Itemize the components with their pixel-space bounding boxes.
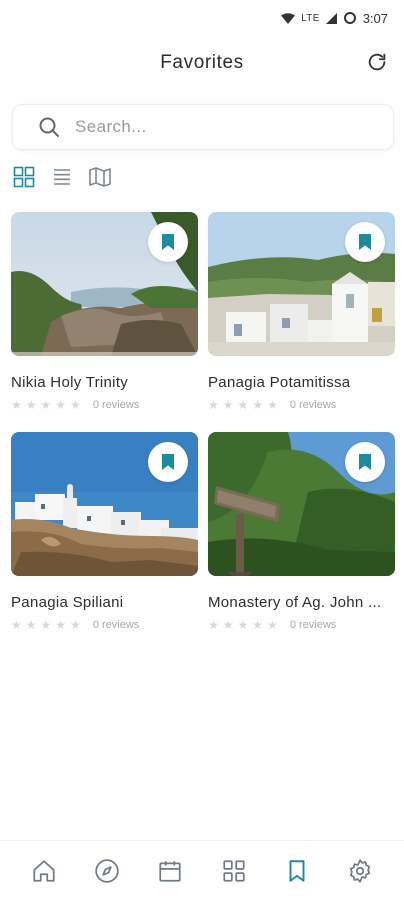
star-icon: ★	[222, 398, 234, 412]
review-count: 0 reviews	[289, 399, 337, 411]
review-count: 0 reviews	[92, 619, 140, 631]
star-icon: ★	[70, 618, 81, 632]
star-icon: ★	[11, 398, 22, 412]
nav-home[interactable]	[24, 851, 64, 891]
star-rating: ★ ★ ★ ★ ★	[208, 399, 278, 411]
search-icon	[35, 113, 63, 141]
grid-view-toggle[interactable]	[12, 165, 36, 189]
bookmark-icon	[162, 234, 174, 250]
nav-favorites[interactable]	[277, 851, 317, 891]
bookmark-icon	[289, 859, 305, 882]
star-icon: ★	[237, 398, 249, 412]
list-view-icon	[54, 169, 70, 185]
search-input[interactable]	[75, 117, 355, 137]
bookmark-button[interactable]	[148, 442, 188, 482]
map-view-toggle[interactable]	[88, 165, 112, 189]
search-bar[interactable]	[12, 104, 394, 150]
place-name[interactable]: Panagia Potamitissa	[208, 374, 395, 391]
place-name[interactable]: Panagia Spiliani	[11, 594, 198, 611]
grid-view-icon	[13, 166, 35, 188]
star-icon: ★	[11, 618, 22, 632]
star-icon: ★	[208, 618, 219, 632]
rating-row: ★ ★ ★ ★ ★ 0 reviews	[11, 399, 198, 411]
star-icon: ★	[40, 398, 52, 412]
place-photo[interactable]	[208, 212, 395, 356]
nav-settings[interactable]	[340, 851, 380, 891]
star-icon: ★	[25, 398, 37, 412]
home-icon	[33, 859, 55, 882]
place-name[interactable]: Nikia Holy Trinity	[11, 374, 198, 391]
app-header: Favorites	[0, 36, 404, 92]
settings-icon	[350, 858, 371, 883]
favorites-grid: Nikia Holy Trinity ★ ★ ★ ★ ★ 0 reviews P…	[11, 212, 395, 652]
network-type: LTE	[301, 12, 320, 24]
bookmark-icon	[359, 454, 371, 470]
favorite-card[interactable]: Panagia Potamitissa ★ ★ ★ ★ ★ 0 reviews	[208, 212, 395, 432]
page-title: Favorites	[160, 52, 244, 73]
star-icon: ★	[208, 398, 219, 412]
refresh-icon	[368, 53, 386, 71]
list-view-toggle[interactable]	[50, 165, 74, 189]
rating-row: ★ ★ ★ ★ ★ 0 reviews	[208, 619, 395, 631]
star-rating: ★ ★ ★ ★ ★	[11, 619, 81, 631]
favorite-card[interactable]: Panagia Spiliani ★ ★ ★ ★ ★ 0 reviews	[11, 432, 198, 652]
star-icon: ★	[25, 618, 37, 632]
bookmark-button[interactable]	[345, 222, 385, 262]
wifi-icon	[281, 12, 296, 24]
rating-row: ★ ★ ★ ★ ★ 0 reviews	[11, 619, 198, 631]
nav-explore[interactable]	[87, 851, 127, 891]
star-rating: ★ ★ ★ ★ ★	[208, 619, 278, 631]
refresh-button[interactable]	[364, 49, 390, 75]
review-count: 0 reviews	[92, 399, 140, 411]
view-toggles	[12, 163, 112, 191]
clock-time: 3:07	[362, 10, 388, 26]
map-view-icon	[89, 167, 111, 187]
compass-icon	[95, 858, 119, 883]
place-photo[interactable]	[11, 212, 198, 356]
battery-icon	[343, 11, 357, 25]
star-rating: ★ ★ ★ ★ ★	[11, 399, 81, 411]
star-icon: ★	[40, 618, 52, 632]
star-icon: ★	[252, 618, 264, 632]
star-icon: ★	[252, 398, 264, 412]
place-photo[interactable]	[11, 432, 198, 576]
star-icon: ★	[55, 618, 67, 632]
place-name[interactable]: Monastery of Ag. John ...	[208, 594, 395, 611]
star-icon: ★	[237, 618, 249, 632]
favorite-card[interactable]: Monastery of Ag. John ... ★ ★ ★ ★ ★ 0 review…	[208, 432, 395, 652]
star-icon: ★	[222, 618, 234, 632]
star-icon: ★	[267, 398, 278, 412]
rating-row: ★ ★ ★ ★ ★ 0 reviews	[208, 399, 395, 411]
bookmark-button[interactable]	[345, 442, 385, 482]
nav-calendar[interactable]	[150, 851, 190, 891]
calendar-icon	[159, 860, 181, 882]
review-count: 0 reviews	[289, 619, 337, 631]
bookmark-icon	[162, 454, 174, 470]
signal-icon	[325, 12, 337, 24]
bookmark-button[interactable]	[148, 222, 188, 262]
bookmark-icon	[359, 234, 371, 250]
star-icon: ★	[55, 398, 67, 412]
place-photo[interactable]	[208, 432, 395, 576]
favorite-card[interactable]: Nikia Holy Trinity ★ ★ ★ ★ ★ 0 reviews	[11, 212, 198, 432]
nav-categories[interactable]	[214, 851, 254, 891]
bottom-navigation	[0, 840, 404, 900]
star-icon: ★	[70, 398, 81, 412]
status-bar: LTE 3:07	[0, 0, 404, 36]
grid-icon	[223, 859, 245, 882]
star-icon: ★	[267, 618, 278, 632]
